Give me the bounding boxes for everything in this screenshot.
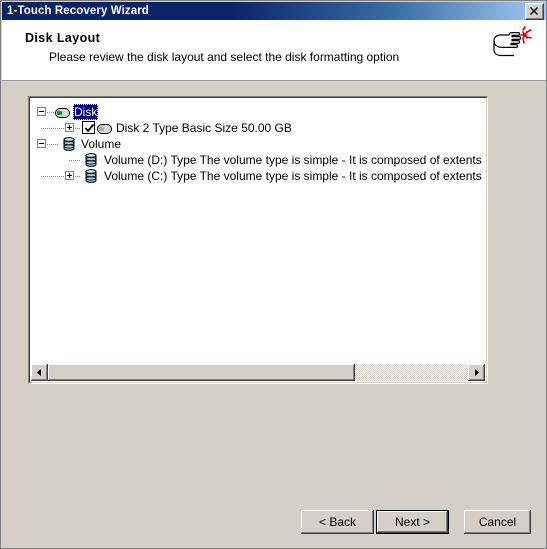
scroll-right-button[interactable] — [468, 364, 485, 381]
scroll-left-button[interactable] — [31, 364, 48, 381]
page-subtitle: Please review the disk layout and select… — [49, 50, 400, 64]
disk-drive-icon — [55, 108, 70, 118]
checkmark-icon — [84, 123, 95, 133]
tree-row-label: Volume (C:) Type The volume type is simp… — [104, 169, 485, 183]
expander-minus-icon[interactable] — [37, 107, 46, 116]
button-bar: < Back Next > Cancel — [1, 510, 546, 536]
wizard-window: 1-Touch Recovery Wizard Disk Layout Plea… — [0, 0, 547, 549]
disk-checkbox[interactable] — [82, 121, 95, 134]
tree-row-label: Volume (D:) Type The volume type is simp… — [104, 153, 485, 167]
click-spark-center — [522, 33, 527, 37]
tree-connector — [69, 160, 81, 161]
title-bar: 1-Touch Recovery Wizard — [2, 2, 546, 20]
tree-connector — [75, 128, 81, 129]
scrollbar-track[interactable] — [48, 364, 468, 381]
tree-connector — [41, 176, 65, 177]
tree-connector — [41, 128, 65, 129]
tree-connector — [47, 112, 55, 113]
back-button[interactable]: < Back — [301, 510, 374, 534]
close-x-icon — [530, 7, 538, 15]
close-button[interactable] — [525, 2, 544, 20]
arrow-right-icon — [475, 369, 479, 376]
tree-viewport[interactable]: Disk Disk 2 Type Basic Size 50.00 GB Vol… — [31, 99, 485, 363]
header-band: Disk Layout Please review the disk layou… — [2, 20, 546, 81]
pointing-hand-click-icon — [493, 26, 532, 57]
next-button[interactable]: Next > — [376, 510, 449, 534]
volume-cylinder-icon — [85, 153, 97, 167]
tree-connector — [47, 144, 59, 145]
tree-row-label: Disk — [73, 104, 99, 120]
cancel-button-label: Cancel — [478, 515, 517, 529]
expander-plus-icon[interactable] — [65, 171, 74, 180]
horizontal-scrollbar[interactable] — [31, 364, 485, 381]
page-title: Disk Layout — [25, 31, 101, 45]
next-button-label: Next > — [394, 515, 430, 529]
scrollbar-thumb[interactable] — [48, 364, 355, 381]
tree-connector — [75, 176, 81, 177]
disk-layout-tree-panel: Disk Disk 2 Type Basic Size 50.00 GB Vol… — [28, 96, 488, 384]
arrow-left-icon — [37, 369, 41, 376]
tree-row-label: Disk 2 Type Basic Size 50.00 GB — [116, 121, 292, 135]
tree-row-label: Volume — [81, 137, 122, 151]
volume-cylinder-icon — [85, 169, 97, 183]
window-title: 1-Touch Recovery Wizard — [7, 5, 149, 17]
disk-drive-icon — [97, 124, 112, 134]
expander-minus-icon[interactable] — [37, 139, 46, 148]
cancel-button[interactable]: Cancel — [464, 510, 531, 534]
back-button-label: < Back — [318, 515, 357, 529]
expander-plus-icon[interactable] — [65, 123, 74, 132]
next-button-inner: Next > — [377, 511, 448, 533]
volume-cylinder-icon — [63, 137, 75, 151]
